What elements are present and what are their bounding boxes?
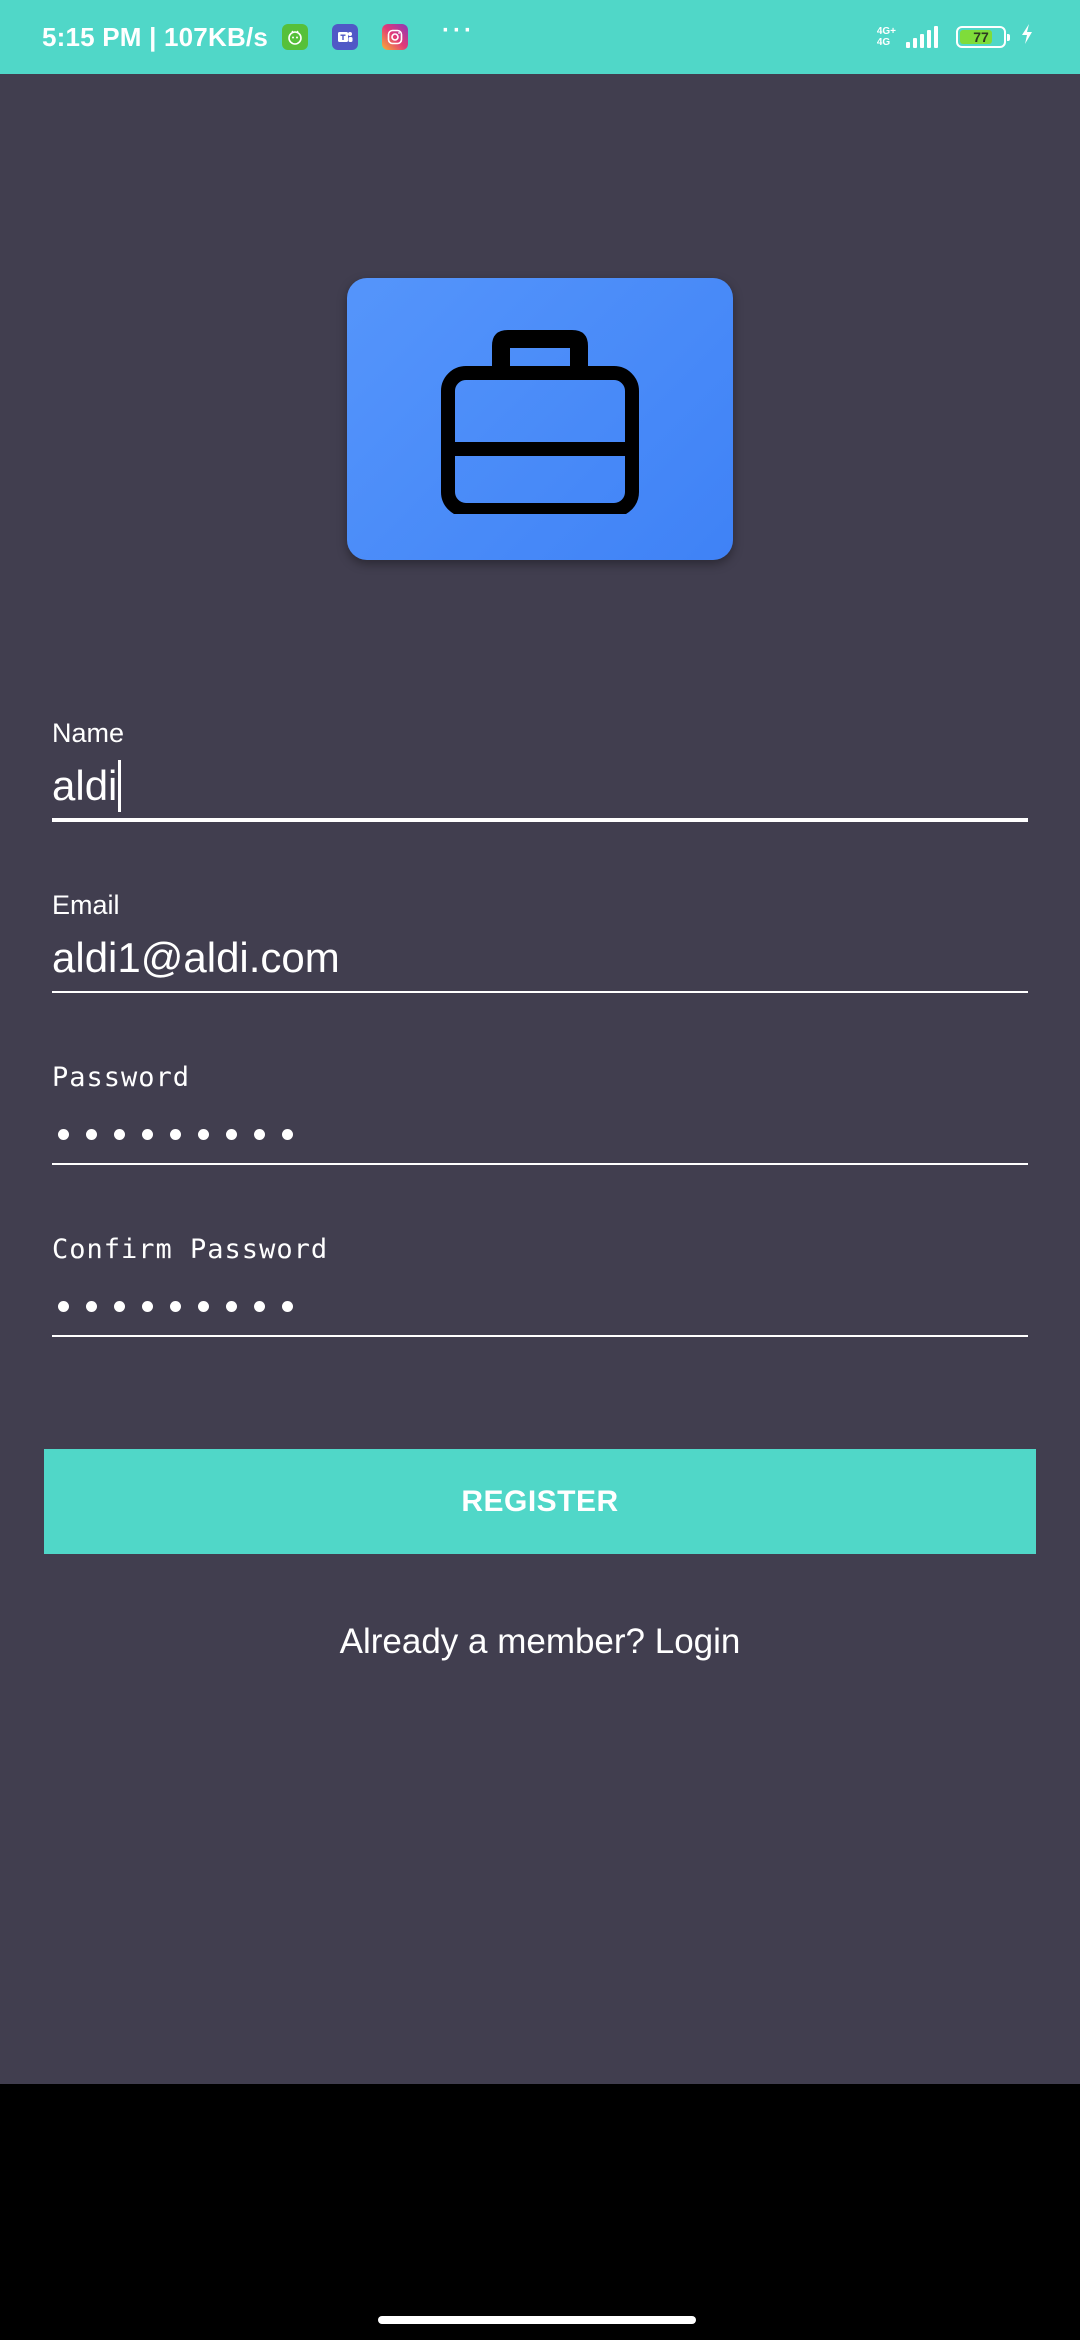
password-dot [282,1301,293,1312]
password-dot [198,1301,209,1312]
password-dot [86,1301,97,1312]
confirm-password-input[interactable] [58,1301,293,1312]
teams-icon [332,24,358,50]
more-notifications-icon: ··· [442,17,475,44]
signal-icon [906,26,938,48]
password-dot [86,1129,97,1140]
password-dot [114,1301,125,1312]
email-label: Email [52,890,120,920]
briefcase-icon [441,330,639,514]
navigation-bar [0,2084,1080,2340]
text-cursor [118,759,122,812]
password-dot [254,1301,265,1312]
status-right: 4G+ 4G 77 [877,0,1034,74]
network-type-top: 4G+ [876,26,896,37]
email-field[interactable]: Email aldi1@aldi.com [52,890,1028,1000]
password-dot [282,1129,293,1140]
app-logo [347,278,733,560]
home-indicator[interactable] [378,2316,696,2324]
confirm-password-label: Confirm Password [52,1234,329,1265]
name-input[interactable]: aldi [52,759,122,815]
battery-tip [1007,34,1010,41]
register-button[interactable]: REGISTER [44,1449,1036,1554]
password-dot [226,1301,237,1312]
signal-bar [913,38,917,48]
name-underline [52,818,1028,822]
register-screen: Name aldi Email aldi1@aldi.com Password … [0,74,1080,2084]
battery-level: 77 [973,29,989,45]
password-dot [58,1301,69,1312]
password-label: Password [52,1062,191,1093]
signal-bar [927,30,931,48]
screen: 5:15 PM | 107KB/s ··· 4G+ 4G 77 Name ald… [0,0,1080,2340]
name-field[interactable]: Name aldi [52,718,1028,828]
name-label: Name [52,718,125,748]
status-bar: 5:15 PM | 107KB/s ··· 4G+ 4G 77 [0,0,1080,74]
green-app-icon [282,24,308,50]
password-input[interactable] [58,1129,293,1140]
signal-bar [920,34,924,48]
password-dot [170,1301,181,1312]
password-dot [58,1129,69,1140]
network-type: 4G+ 4G [877,26,896,48]
signal-bar [906,42,910,48]
email-underline [52,991,1028,993]
email-input[interactable]: aldi1@aldi.com [52,934,340,982]
password-underline [52,1163,1028,1165]
confirm-password-underline [52,1335,1028,1337]
password-dot [170,1129,181,1140]
status-time: 5:15 PM | 107KB/s [42,21,268,52]
name-value: aldi [52,762,118,809]
password-dot [114,1129,125,1140]
password-dot [198,1129,209,1140]
password-dot [254,1129,265,1140]
login-link[interactable]: Already a member? Login [0,1622,1080,1662]
password-field[interactable]: Password [52,1062,1028,1172]
battery-icon: 77 [956,26,1010,48]
status-left: 5:15 PM | 107KB/s ··· [42,0,475,74]
network-type-bottom: 4G [876,37,891,48]
bolt-icon [1020,23,1034,51]
password-dot [226,1129,237,1140]
password-dot [142,1129,153,1140]
password-dot [142,1301,153,1312]
signal-bar [934,26,938,48]
confirm-password-field[interactable]: Confirm Password [52,1234,1028,1344]
instagram-icon [382,24,408,50]
